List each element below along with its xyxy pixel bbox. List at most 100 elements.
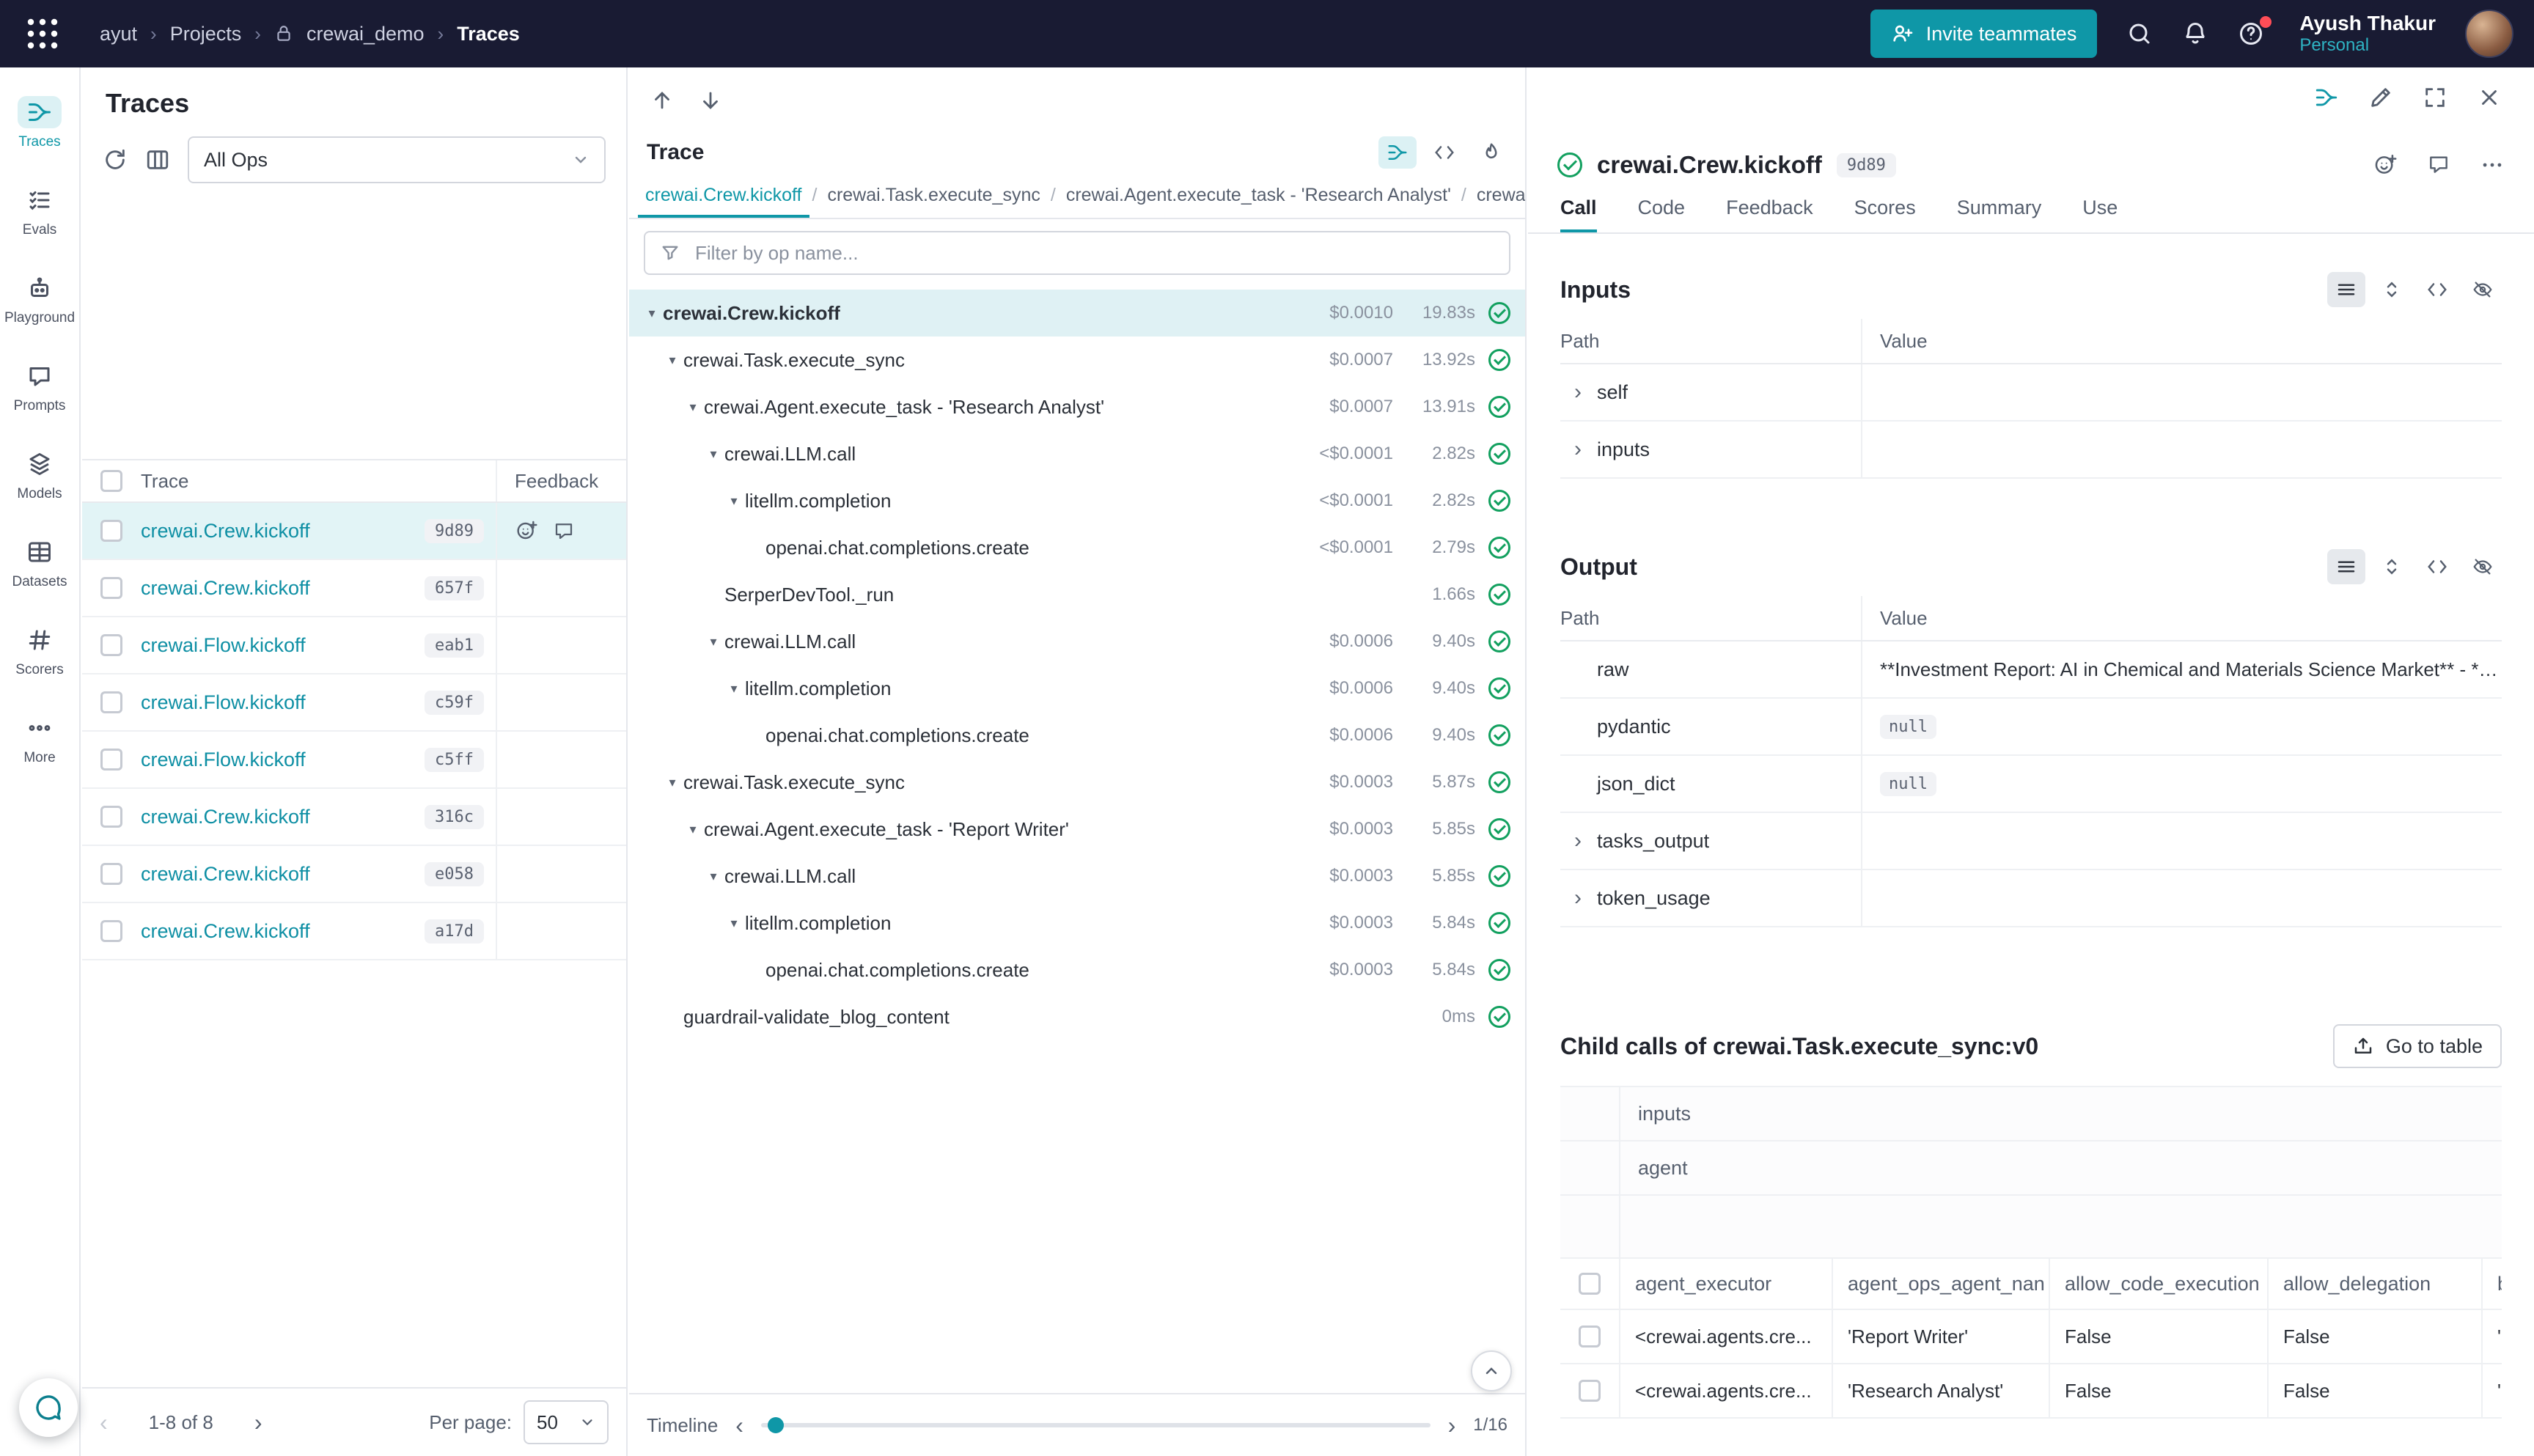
tree-row[interactable]: litellm.completion $0.00069.40s [629,665,1525,712]
next-call-arrow-down-icon[interactable] [698,88,723,113]
tree-row[interactable]: crewai.Agent.execute_task - 'Research An… [629,383,1525,430]
call-id-badge[interactable]: 9d89 [1837,153,1896,177]
code-json-icon[interactable] [2418,272,2456,307]
tree-row[interactable]: crewai.LLM.call $0.00069.40s [629,618,1525,665]
expandable-path[interactable]: › self [1560,364,1861,420]
table-row[interactable]: crewai.Crew.kickoff 9d89 [82,503,626,560]
table-row[interactable]: crewai.Flow.kickoff c59f [82,674,626,732]
table-row[interactable]: crewai.Crew.kickoff 316c [82,789,626,846]
breadcrumb-current[interactable]: Traces [457,23,520,45]
go-to-table-button[interactable]: Go to table [2333,1024,2502,1068]
table-row[interactable]: crewai.Flow.kickoff c5ff [82,732,626,789]
path-tab[interactable]: crewai.LLM.cal [1469,174,1525,218]
comment-icon[interactable] [553,520,575,542]
caret-icon[interactable] [723,916,745,931]
breadcrumb-project[interactable]: crewai_demo [306,23,425,45]
tab-scores[interactable]: Scores [1854,196,1916,232]
sidebar-item-datasets[interactable]: Datasets [0,519,80,607]
trace-link[interactable]: crewai.Flow.kickoff [141,634,306,657]
edit-pencil-icon[interactable] [2368,85,2393,110]
account-switcher[interactable]: Ayush Thakur Personal [2299,12,2436,56]
row-checkbox[interactable] [100,577,122,599]
search-icon[interactable] [2126,21,2153,47]
trace-link[interactable]: crewai.Crew.kickoff [141,806,310,828]
fullscreen-icon[interactable] [2423,85,2447,110]
breadcrumb-entity[interactable]: ayut [100,23,137,45]
timeline-slider-knob[interactable] [768,1417,784,1433]
table-row[interactable]: crewai.Flow.kickoff eab1 [82,617,626,674]
expand-rows-icon[interactable] [2373,549,2411,584]
hide-values-eye-off-icon[interactable] [2464,272,2502,307]
add-reaction-icon[interactable] [2373,152,2398,177]
timeline-slider[interactable] [761,1423,1431,1427]
prev-call-arrow-up-icon[interactable] [650,88,675,113]
hide-values-eye-off-icon[interactable] [2464,549,2502,584]
tree-row[interactable]: crewai.LLM.call $0.00035.85s [629,853,1525,900]
tree-row[interactable]: litellm.completion <$0.00012.82s [629,477,1525,524]
tree-row[interactable]: SerperDevTool._run 1.66s [629,571,1525,618]
tree-view-toggle[interactable] [1378,136,1417,169]
list-view-icon[interactable] [2327,549,2365,584]
overflow-menu-icon[interactable] [2480,152,2505,177]
expand-rows-icon[interactable] [2373,272,2411,307]
trace-link[interactable]: crewai.Flow.kickoff [141,749,306,771]
caret-icon[interactable] [702,634,724,650]
caret-icon[interactable] [682,400,704,415]
sidebar-item-traces[interactable]: Traces [0,79,80,167]
trace-link[interactable]: crewai.Crew.kickoff [141,520,310,543]
sidebar-item-more[interactable]: More [0,695,80,783]
row-checkbox[interactable] [100,691,122,713]
sidebar-item-models[interactable]: Models [0,431,80,519]
table-row[interactable]: crewai.Crew.kickoff 657f [82,560,626,617]
avatar[interactable] [2465,10,2513,58]
caret-icon[interactable] [641,306,663,321]
row-checkbox[interactable] [100,806,122,828]
table-row[interactable]: <crewai.agents.cre... 'Research Analyst'… [1560,1364,2502,1419]
wandb-logo-icon[interactable] [21,12,65,56]
show-trace-tree-icon[interactable] [2314,85,2339,110]
table-row[interactable]: <crewai.agents.cre... 'Report Writer' Fa… [1560,1310,2502,1364]
tree-row[interactable]: litellm.completion $0.00035.84s [629,900,1525,946]
expandable-path[interactable]: › inputs [1560,422,1861,477]
notifications-bell-icon[interactable] [2182,21,2208,47]
list-view-icon[interactable] [2327,272,2365,307]
invite-teammates-button[interactable]: Invite teammates [1870,10,2098,58]
sidebar-item-scorers[interactable]: Scorers [0,607,80,695]
tree-row[interactable]: crewai.Agent.execute_task - 'Report Writ… [629,806,1525,853]
timeline-next-chevron[interactable]: › [1448,1412,1456,1439]
row-checkbox[interactable] [100,749,122,771]
tab-use[interactable]: Use [2082,196,2118,232]
ops-filter-select[interactable]: All Ops [188,136,606,183]
select-all-checkbox[interactable] [100,470,122,492]
tree-row[interactable]: openai.chat.completions.create <$0.00012… [629,524,1525,571]
trace-link[interactable]: crewai.Crew.kickoff [141,920,310,943]
op-filter-input[interactable] [692,240,1494,266]
support-chat-button[interactable] [19,1378,78,1437]
help-icon[interactable] [2238,21,2264,47]
tree-row[interactable]: openai.chat.completions.create $0.00035.… [629,946,1525,993]
per-page-select[interactable]: 50 [524,1400,609,1444]
tree-row[interactable]: guardrail-validate_blog_content 0ms [629,993,1525,1040]
select-all-checkbox[interactable] [1579,1273,1601,1295]
tree-row[interactable]: crewai.Task.execute_sync $0.000713.92s [629,337,1525,383]
caret-icon[interactable] [723,493,745,509]
caret-icon[interactable] [661,775,683,790]
sidebar-item-prompts[interactable]: Prompts [0,343,80,431]
row-checkbox[interactable] [100,863,122,885]
comment-icon[interactable] [2427,152,2450,177]
trace-link[interactable]: crewai.Flow.kickoff [141,691,306,714]
expandable-path[interactable]: › tasks_output [1560,813,1861,869]
code-view-toggle[interactable] [1425,136,1464,169]
caret-icon[interactable] [723,681,745,696]
path-tab[interactable]: crewai.Crew.kickoff [638,174,809,218]
trace-link[interactable]: crewai.Crew.kickoff [141,577,310,600]
timeline-prev-chevron[interactable]: ‹ [735,1412,743,1439]
row-checkbox[interactable] [1579,1380,1601,1402]
code-json-icon[interactable] [2418,549,2456,584]
refresh-icon[interactable] [103,147,128,172]
next-page-chevron[interactable]: › [254,1409,262,1436]
trace-link[interactable]: crewai.Crew.kickoff [141,863,310,886]
caret-icon[interactable] [661,353,683,368]
sidebar-item-evals[interactable]: Evals [0,167,80,255]
row-checkbox[interactable] [100,634,122,656]
